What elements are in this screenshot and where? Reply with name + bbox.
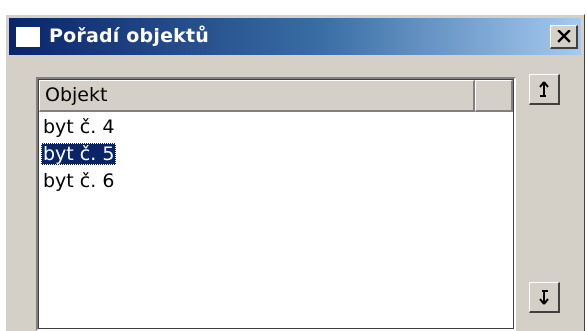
list-item-label: byt č. 5 [41,143,117,165]
list-item[interactable]: byt č. 6 [41,170,116,192]
close-icon [556,30,571,43]
object-list[interactable]: Objekt byt č. 4 byt č. 5 byt č. 6 [36,77,516,331]
list-item-label: byt č. 4 [43,116,115,138]
arrow-up-icon [539,81,549,97]
list-header: Objekt [39,80,513,112]
list-item[interactable]: byt č. 4 [41,116,116,138]
column-header-filler[interactable] [475,80,513,112]
move-up-button[interactable] [529,74,560,105]
close-button[interactable] [550,25,578,49]
column-header-objekt[interactable]: Objekt [39,80,475,112]
list-item-label: byt č. 6 [43,170,115,192]
list-rows: byt č. 4 byt č. 5 byt č. 6 [41,116,117,197]
order-dialog: Pořadí objektů Objekt byt č. 4 byt č. 5 … [5,14,585,331]
list-item-selected[interactable]: byt č. 5 [41,143,117,165]
window-icon [16,27,40,47]
arrow-down-icon [539,290,549,305]
window-title: Pořadí objektů [49,25,209,47]
title-bar[interactable]: Pořadí objektů [9,18,581,55]
move-down-button[interactable] [529,282,560,313]
